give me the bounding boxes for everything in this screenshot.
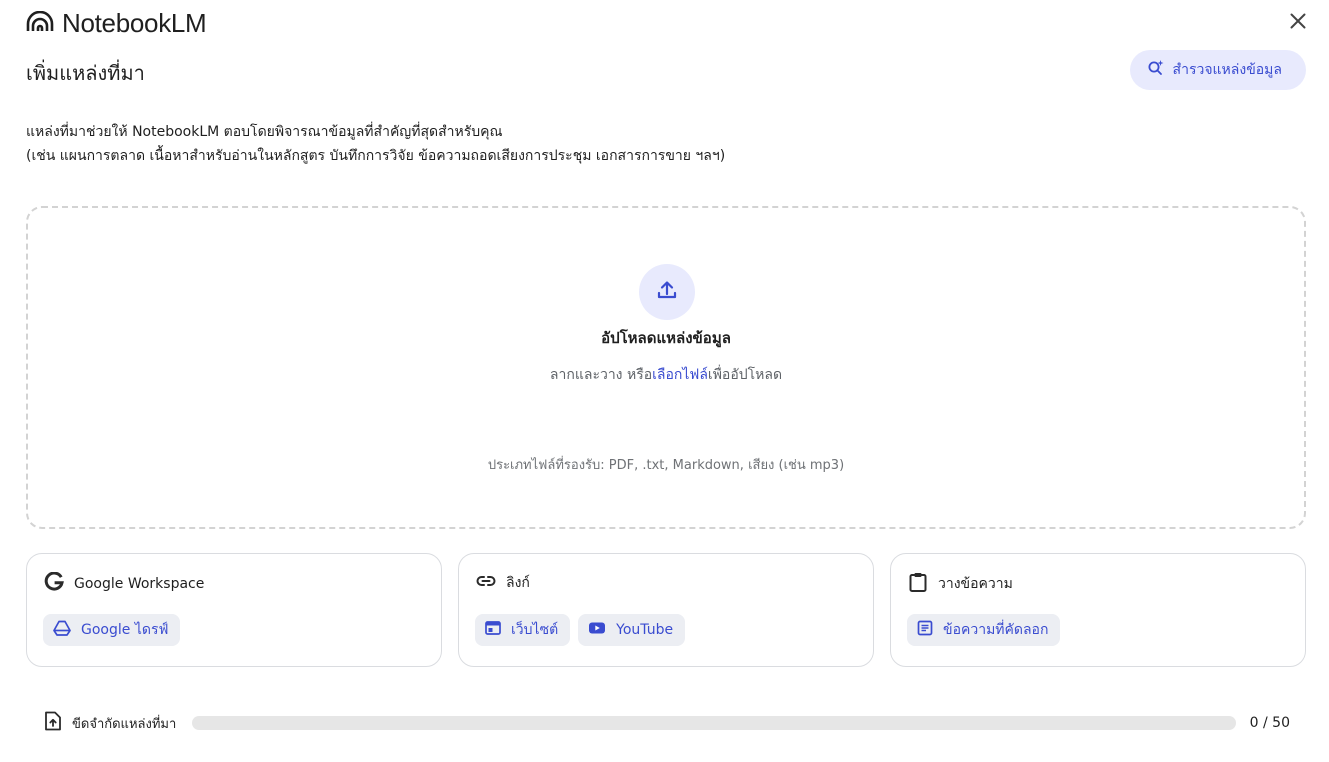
source-limit-bar: ขีดจำกัดแหล่งที่มา 0 / 50 xyxy=(44,711,1294,735)
copied-text-label: ข้อความที่คัดลอก xyxy=(943,622,1049,638)
youtube-icon xyxy=(588,621,606,639)
paste-text-card: วางข้อความ ข้อความที่คัดลอก xyxy=(890,553,1306,667)
close-icon xyxy=(1290,13,1306,33)
upload-title: อัปโหลดแหล่งข้อมูล xyxy=(601,329,731,347)
explore-sources-button[interactable]: สำรวจแหล่งข้อมูล xyxy=(1129,50,1306,90)
notebooklm-logo-icon xyxy=(26,10,54,37)
copied-text-chip[interactable]: ข้อความที่คัดลอก xyxy=(907,614,1061,646)
upload-button[interactable] xyxy=(639,264,695,320)
supported-file-types: ประเภทไฟล์ที่รองรับ: PDF, .txt, Markdown… xyxy=(487,458,845,473)
link-icon xyxy=(476,575,496,591)
paste-text-title: วางข้อความ xyxy=(938,576,1013,592)
web-icon xyxy=(485,621,501,639)
link-card: ลิงก์ เว็บไซต์ YouTube xyxy=(458,553,874,667)
app-logo: NotebookLM xyxy=(26,8,207,39)
file-upload-icon xyxy=(44,711,62,735)
drive-icon xyxy=(53,620,71,640)
description-line-1: แหล่งที่มาช่วยให้ NotebookLM ตอบโดยพิจาร… xyxy=(26,124,503,140)
website-label: เว็บไซต์ xyxy=(511,622,559,638)
dialog-title: เพิ่มแหล่งที่มา xyxy=(26,61,145,85)
source-limit-progress xyxy=(192,716,1236,730)
google-workspace-header: Google Workspace xyxy=(44,571,205,596)
link-header: ลิงก์ xyxy=(476,572,530,594)
google-workspace-title: Google Workspace xyxy=(74,576,205,592)
close-button[interactable] xyxy=(1285,10,1311,36)
google-drive-chip[interactable]: Google ไดรฟ์ xyxy=(43,614,181,646)
app-name: NotebookLM xyxy=(62,8,207,38)
choose-file-link[interactable]: เลือกไฟล์ xyxy=(652,367,708,383)
upload-dropzone[interactable]: อัปโหลดแหล่งข้อมูล ลากและวาง หรือเลือกไฟ… xyxy=(26,206,1306,529)
upload-instructions: ลากและวาง หรือเลือกไฟล์เพื่ออัปโหลด xyxy=(28,364,1304,386)
youtube-chip[interactable]: YouTube xyxy=(578,614,686,646)
upload-icon xyxy=(655,278,679,306)
source-limit-label: ขีดจำกัดแหล่งที่มา xyxy=(72,716,177,732)
google-g-icon xyxy=(44,571,64,596)
search-spark-icon xyxy=(1147,59,1165,81)
to-upload-text: เพื่ออัปโหลด xyxy=(707,367,783,383)
website-chip[interactable]: เว็บไซต์ xyxy=(475,614,571,646)
clipboard-icon xyxy=(908,572,928,596)
drag-drop-text: ลากและวาง หรือ xyxy=(549,367,653,383)
youtube-label: YouTube xyxy=(616,622,674,638)
paste-text-header: วางข้อความ xyxy=(908,572,1013,596)
sources-description: แหล่งที่มาช่วยให้ NotebookLM ตอบโดยพิจาร… xyxy=(26,120,725,168)
link-title: ลิงก์ xyxy=(506,575,530,591)
explore-sources-label: สำรวจแหล่งข้อมูล xyxy=(1172,62,1282,78)
source-count: 0 / 50 xyxy=(1249,715,1290,731)
document-icon xyxy=(917,620,933,640)
description-line-2: (เช่น แผนการตลาด เนื้อหาสำหรับอ่านในหลัก… xyxy=(26,148,726,164)
google-workspace-card: Google Workspace Google ไดรฟ์ xyxy=(26,553,442,667)
google-drive-label: Google ไดรฟ์ xyxy=(81,622,169,638)
